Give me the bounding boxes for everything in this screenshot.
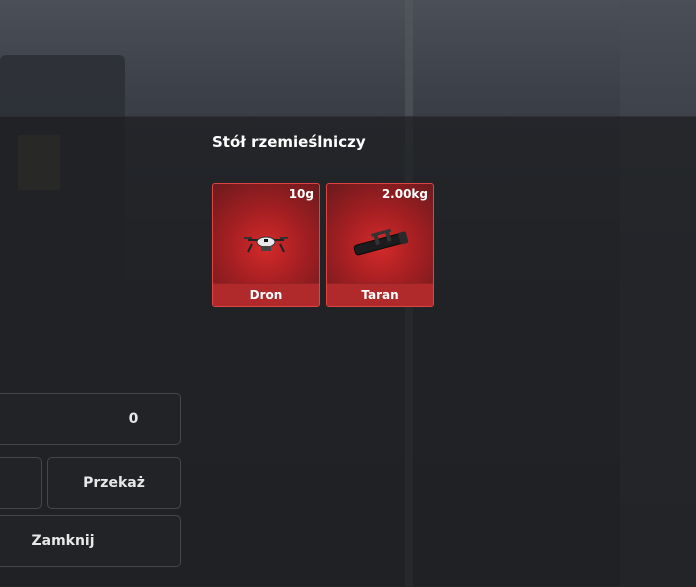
item-slot-dron[interactable]: 10g Dron	[212, 183, 320, 307]
quantity-value: 0	[128, 411, 139, 427]
item-weight: 2.00kg	[381, 187, 428, 201]
drone-icon	[244, 236, 288, 253]
crafting-title: Stół rzemieślniczy	[212, 133, 366, 151]
close-button[interactable]: Zamknij	[0, 515, 181, 567]
transfer-label: Przekaż	[83, 475, 145, 491]
transfer-button[interactable]: Przekaż	[47, 457, 181, 509]
close-label: Zamknij	[31, 533, 95, 549]
quantity-input[interactable]: 0	[0, 393, 181, 445]
battering-ram-icon	[353, 228, 409, 256]
item-slot-taran[interactable]: 2.00kg Taran	[326, 183, 434, 307]
item-label: Taran	[327, 283, 433, 306]
use-button[interactable]	[0, 457, 42, 509]
item-label: Dron	[213, 283, 319, 306]
item-weight: 10g	[288, 187, 314, 201]
